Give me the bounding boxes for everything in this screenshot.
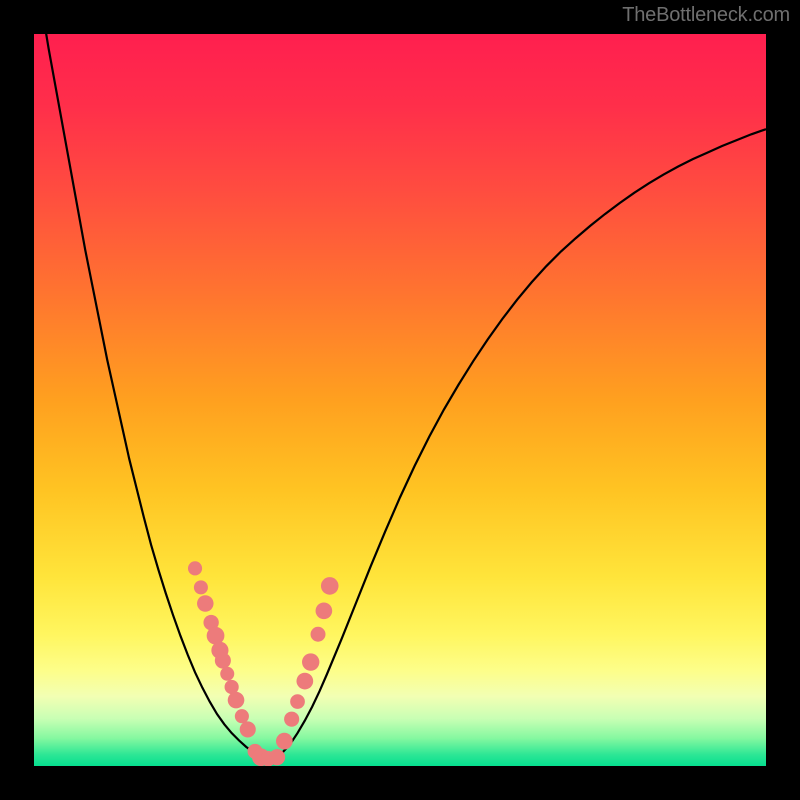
sample-point bbox=[290, 694, 305, 709]
sample-point bbox=[228, 692, 245, 709]
sample-point bbox=[235, 709, 249, 723]
sample-point bbox=[197, 595, 214, 612]
sample-point bbox=[194, 580, 208, 594]
app-frame: TheBottleneck.com bbox=[0, 0, 800, 800]
bottleneck-chart bbox=[34, 34, 766, 766]
sample-point bbox=[321, 577, 339, 595]
sample-point bbox=[220, 667, 234, 681]
sample-point bbox=[188, 561, 202, 575]
sample-point bbox=[215, 653, 231, 669]
sample-point bbox=[316, 602, 333, 619]
sample-point bbox=[240, 721, 256, 737]
sample-point bbox=[284, 712, 299, 727]
sample-point bbox=[269, 749, 285, 765]
sample-point bbox=[311, 627, 326, 642]
chart-area bbox=[34, 34, 766, 766]
sample-point bbox=[296, 673, 313, 690]
sample-point bbox=[276, 733, 293, 750]
gradient-background bbox=[34, 34, 766, 766]
watermark-text: TheBottleneck.com bbox=[622, 4, 790, 27]
sample-point bbox=[207, 627, 225, 645]
sample-point bbox=[302, 653, 319, 670]
